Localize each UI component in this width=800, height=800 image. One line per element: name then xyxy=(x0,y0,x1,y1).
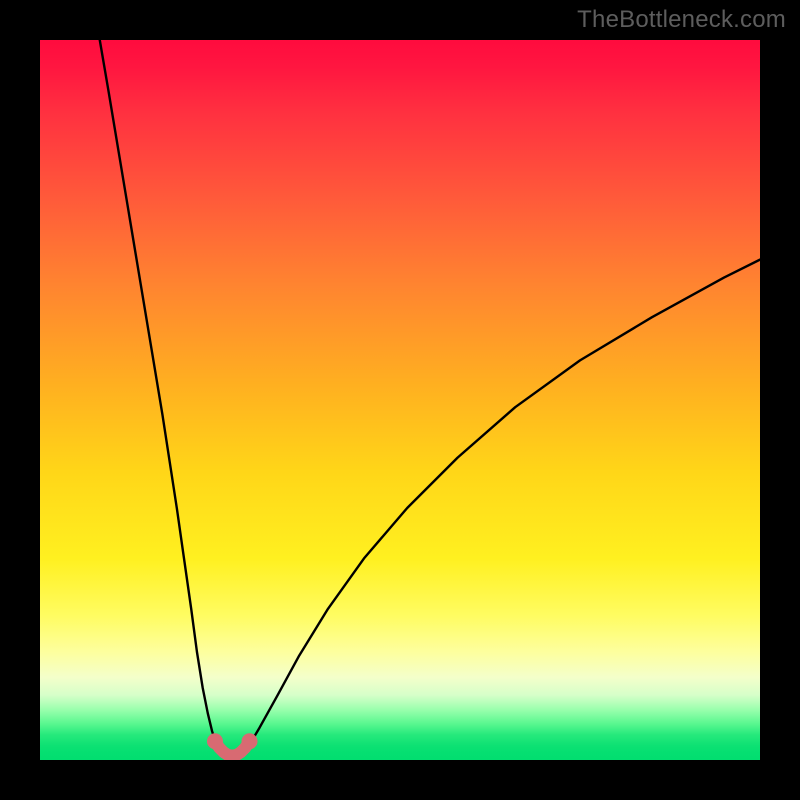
highlight-end-dot xyxy=(242,733,258,749)
watermark-text: TheBottleneck.com xyxy=(577,6,786,34)
bottleneck-curve-line xyxy=(100,40,760,756)
chart-frame: TheBottleneck.com xyxy=(0,0,800,800)
curve-svg xyxy=(40,40,760,760)
valley-highlight-dots xyxy=(207,733,258,749)
highlight-end-dot xyxy=(207,733,223,749)
plot-area xyxy=(40,40,760,760)
